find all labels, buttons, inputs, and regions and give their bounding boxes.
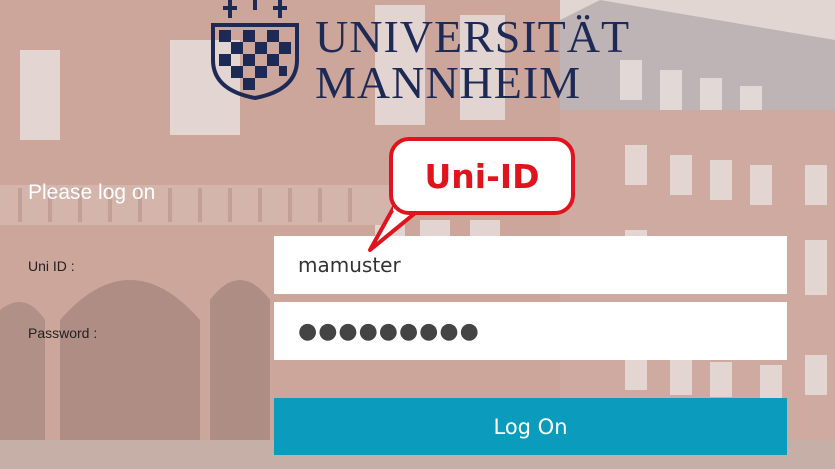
log-on-button[interactable]: Log On <box>274 398 787 455</box>
password-label: Password : <box>28 325 98 341</box>
uni-id-callout: Uni-ID <box>389 137 575 215</box>
university-logo: UNIVERSITÄT MANNHEIM <box>205 0 629 106</box>
logo-line-universitaet: UNIVERSITÄT <box>315 11 631 62</box>
uni-id-label: Uni ID : <box>28 258 75 274</box>
logo-line-mannheim: MANNHEIM <box>315 57 582 108</box>
login-heading: Please log on <box>28 181 156 204</box>
password-input[interactable]: ●●●●●●●●● <box>274 302 787 360</box>
uni-id-input[interactable]: mamuster <box>274 236 787 294</box>
crest-icon <box>211 0 299 100</box>
